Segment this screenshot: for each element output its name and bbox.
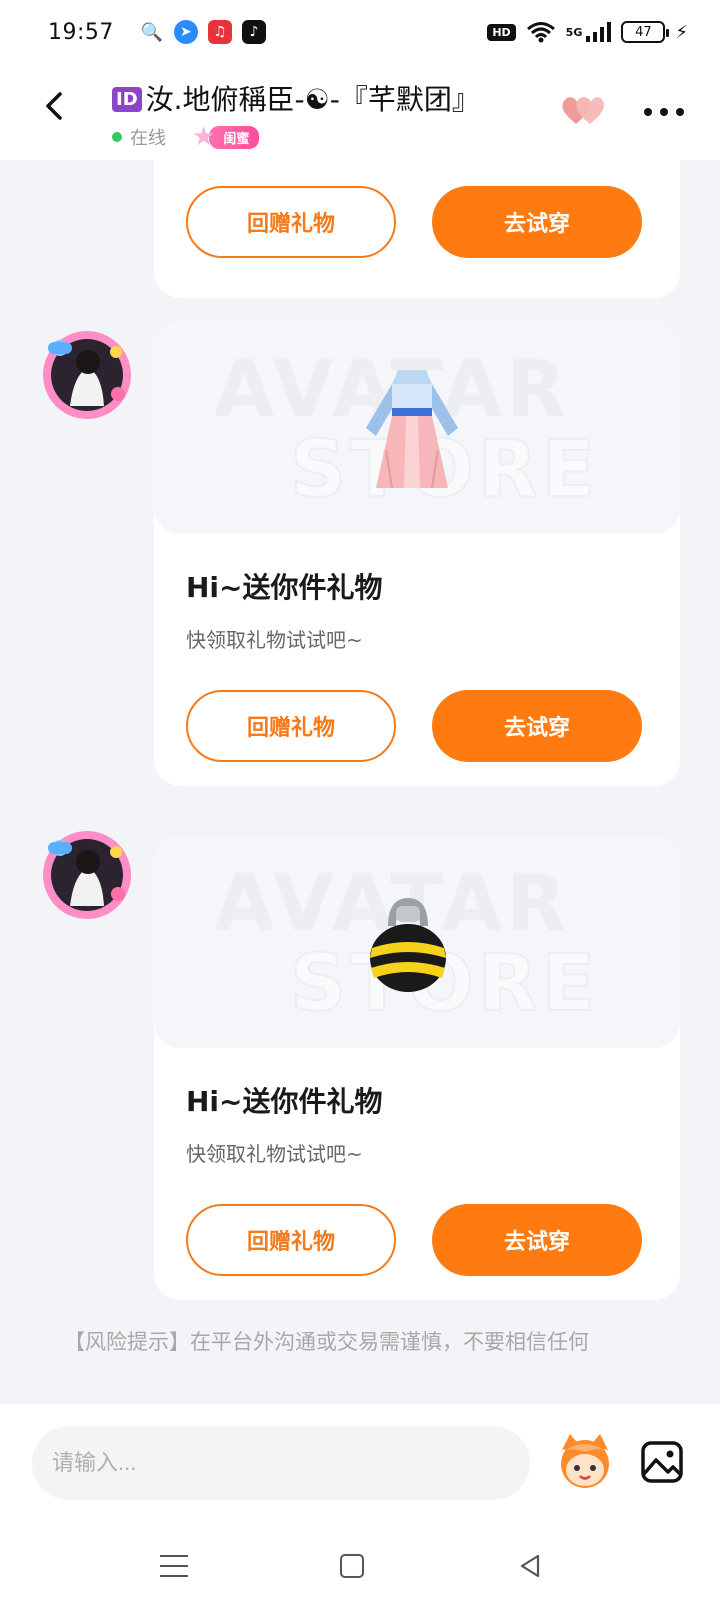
chat-title-text: 汝.地俯稱臣-☯-『芊默团』 <box>145 83 480 116</box>
battery-level: 47 <box>635 24 652 40</box>
hd-icon: HD <box>487 23 516 41</box>
tiktok-app-icon: ♪ <box>241 20 266 44</box>
hanfu-dress-image <box>366 370 458 489</box>
chat-title[interactable]: ID 汝.地俯稱臣-☯-『芊默团』 <box>112 78 480 118</box>
star-icon: ★ <box>192 122 216 152</box>
status-time: 19:57 <box>48 19 114 45</box>
status-app-icons: 🔍 ➤ ♫ ♪ <box>140 20 266 44</box>
menu-line-icon <box>160 1565 188 1567</box>
image-button[interactable] <box>640 1440 684 1484</box>
network-type: 5G <box>565 25 583 39</box>
avatar-image <box>43 331 131 419</box>
try-on-button[interactable]: 去试穿 <box>432 690 642 762</box>
avatar-image <box>43 831 131 919</box>
more-dot-icon <box>644 108 652 116</box>
intimacy-button[interactable] <box>560 90 608 130</box>
gift-subtitle: 快领取礼物试试吧~ <box>186 628 363 652</box>
gift-title: Hi~送你件礼物 <box>186 571 383 604</box>
message-input-bar <box>0 1404 720 1524</box>
gift-preview[interactable]: AVATAR STORE <box>154 836 680 1048</box>
id-emoji-icon: ID <box>112 87 142 112</box>
relation-badge[interactable]: ★ 闺蜜 <box>192 122 260 152</box>
back-button[interactable] <box>36 86 76 126</box>
charging-icon: ⚡ <box>675 21 688 43</box>
menu-line-icon <box>160 1555 188 1557</box>
hearts-icon <box>562 97 604 124</box>
risk-warning-text: 【风险提示】在平台外沟通或交易需谨慎，不要相信任何 <box>64 1330 589 1354</box>
try-on-button[interactable]: 去试穿 <box>432 186 642 258</box>
gift-card: AVATAR STORE Hi~送你件礼物 快领取礼物试试吧~ 回赠礼物 去试穿 <box>154 836 680 1300</box>
gift-preview[interactable]: AVATAR STORE <box>154 322 680 534</box>
menu-line-icon <box>160 1575 188 1577</box>
return-gift-button[interactable]: 回赠礼物 <box>186 1204 396 1276</box>
online-status: 在线 ★ 闺蜜 <box>112 122 260 152</box>
more-dot-icon <box>676 108 684 116</box>
sticker-button[interactable] <box>554 1430 616 1492</box>
chat-message-list[interactable]: 回赠礼物 去试穿 AVATAR STORE <box>0 160 720 1404</box>
signal-icon <box>586 22 612 42</box>
image-icon <box>641 1441 683 1483</box>
browser-app-icon: ➤ <box>173 20 198 44</box>
gift-subtitle: 快领取礼物试试吧~ <box>186 1142 363 1166</box>
chat-header: ID 汝.地俯稱臣-☯-『芊默团』 在线 ★ 闺蜜 <box>0 64 720 160</box>
try-on-button[interactable]: 去试穿 <box>432 1204 642 1276</box>
message-input[interactable] <box>32 1426 530 1500</box>
mascot-face-icon <box>561 1434 609 1488</box>
online-dot-icon <box>112 132 122 142</box>
sender-avatar[interactable] <box>40 828 134 922</box>
gift-card: AVATAR STORE Hi~送你件礼物 快领取礼物试试吧~ 回赠礼物 去试穿 <box>154 322 680 786</box>
status-indicators: HD 5G 47 ⚡ <box>487 21 688 43</box>
status-bar: 19:57 🔍 ➤ ♫ ♪ HD 5G 47 ⚡ <box>0 0 720 64</box>
search-app-icon: 🔍 <box>140 21 164 43</box>
more-dot-icon <box>660 108 668 116</box>
system-nav-bar <box>0 1524 720 1612</box>
return-gift-button[interactable]: 回赠礼物 <box>186 690 396 762</box>
triangle-back-icon <box>520 1554 540 1578</box>
chevron-left-icon <box>46 92 62 120</box>
music-app-icon: ♫ <box>207 20 232 44</box>
more-button[interactable] <box>644 92 684 132</box>
battery-icon: 47 <box>621 21 670 43</box>
online-status-text: 在线 <box>130 128 166 149</box>
system-back-button[interactable] <box>516 1552 544 1580</box>
return-gift-button[interactable]: 回赠礼物 <box>186 186 396 258</box>
home-button[interactable] <box>340 1554 364 1578</box>
recent-apps-button[interactable] <box>160 1552 188 1580</box>
relation-badge-label: 闺蜜 <box>209 125 260 149</box>
gift-title: Hi~送你件礼物 <box>186 1085 383 1118</box>
sender-avatar[interactable] <box>40 328 134 422</box>
wifi-icon <box>526 22 555 43</box>
bee-bag-image <box>370 897 446 992</box>
gift-card: 回赠礼物 去试穿 <box>154 160 680 298</box>
